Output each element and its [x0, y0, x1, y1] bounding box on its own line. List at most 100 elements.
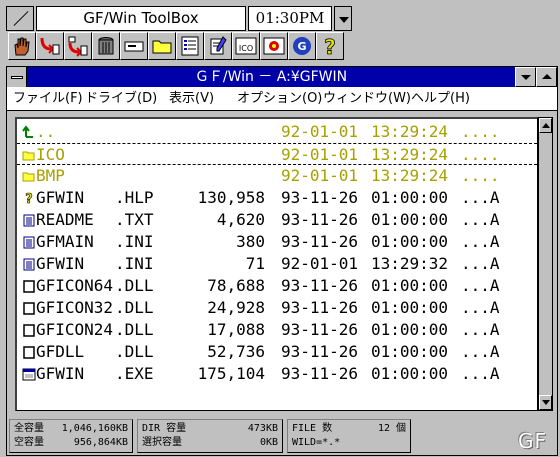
file-date: 92-01-01 — [281, 122, 359, 141]
move-file-icon — [68, 36, 88, 57]
hand-icon — [14, 37, 30, 56]
help-button[interactable]: ? — [316, 32, 344, 60]
editor-button[interactable] — [204, 32, 232, 60]
file-date: 93-11-26 — [281, 342, 359, 361]
ico-viewer-icon: ICO — [235, 37, 257, 55]
file-date: 93-11-26 — [281, 364, 359, 383]
folder-button[interactable] — [148, 32, 176, 60]
file-date: 93-11-26 — [281, 276, 359, 295]
file-icon — [22, 209, 36, 231]
menu-drive[interactable]: ドライブ(D) — [85, 87, 157, 111]
file-attributes: ...A — [461, 210, 500, 229]
ico-viewer-button[interactable]: ICO — [232, 32, 260, 60]
file-row[interactable]: GFICON32 .DLL 24,928 93-11-26 01:00:00 ...A — [17, 297, 537, 319]
gf-logo: GF — [517, 429, 547, 453]
file-name: GFWIN — [36, 364, 85, 383]
folder-icon — [22, 172, 35, 182]
move-file-button[interactable] — [64, 32, 92, 60]
status-file-count: FILE 数 12 個 WILD=*.* — [287, 419, 411, 453]
toolbox-icon-bar: ICO G ? — [8, 32, 344, 60]
maximize-button[interactable] — [536, 67, 557, 87]
file-time: 01:00:00 — [371, 276, 449, 295]
file-icon — [22, 144, 36, 166]
bmp-viewer-button[interactable] — [260, 32, 288, 60]
file-time: 01:00:00 — [371, 342, 449, 361]
hand-tool-button[interactable] — [8, 32, 36, 60]
status-bar: 全容量 1,046,160KB 空容量 956,864KB DIR 容量 473… — [9, 419, 557, 455]
toolbox-window: GF/Win ToolBox 01:30PM ICO G ? — [0, 0, 352, 62]
file-time: 01:00:00 — [371, 364, 449, 383]
selected-capacity-value: 0KB — [259, 437, 278, 448]
file-time: 13:29:24 — [371, 145, 449, 164]
menu-bar: ファイル(F) ドライブ(D) 表示(V) オプション(O) ウィンドウ(W) … — [7, 87, 557, 111]
file-icon — [22, 297, 36, 319]
dll-file-icon — [23, 346, 35, 359]
copy-file-button[interactable] — [36, 32, 64, 60]
file-row[interactable]: GFICON24 .DLL 17,088 93-11-26 01:00:00 ...A — [17, 319, 537, 341]
file-row[interactable]: GFMAIN .INI 380 93-11-26 01:00:00 ...A — [17, 231, 537, 253]
folder-icon — [22, 151, 35, 161]
vertical-scrollbar[interactable] — [538, 117, 553, 411]
file-row[interactable]: .. 92-01-01 13:29:24.... — [17, 121, 537, 143]
file-row[interactable]: BMP 92-01-01 13:29:24.... — [17, 165, 537, 187]
text-file-icon — [23, 214, 35, 227]
file-name: GFICON24 — [36, 320, 114, 339]
file-row[interactable]: README .TXT 4,620 93-11-26 01:00:00 ...A — [17, 209, 537, 231]
file-row[interactable]: ICO 92-01-01 13:29:24.... — [17, 143, 537, 165]
file-list[interactable]: .. 92-01-01 13:29:24.... ICO 92-01-01 13:29:2… — [15, 117, 538, 411]
window-system-menu-button[interactable] — [7, 67, 27, 87]
file-row[interactable]: GFICON64 .DLL 78,688 93-11-26 01:00:00 ...A — [17, 275, 537, 297]
file-time: 13:29:32 — [371, 254, 449, 273]
file-size: 52,736 — [207, 342, 265, 361]
total-capacity-value: 1,046,160KB — [61, 423, 128, 434]
scroll-up-icon — [542, 123, 550, 128]
dll-file-icon — [23, 280, 35, 293]
exe-file-icon — [22, 368, 36, 381]
file-icon — [22, 363, 36, 385]
selected-capacity-label: 選択容量 — [142, 437, 182, 448]
scroll-down-button[interactable] — [539, 395, 552, 410]
trash-can-icon — [98, 37, 114, 55]
menu-options[interactable]: オプション(O) — [237, 87, 322, 111]
file-size: 380 — [236, 232, 265, 251]
file-attributes: ...A — [461, 342, 500, 361]
dll-file-icon — [23, 324, 35, 337]
file-icon — [22, 341, 36, 363]
file-row[interactable]: ? GFWIN .HLP 130,958 93-11-26 01:00:00 ...A — [17, 187, 537, 209]
file-row[interactable]: GFDLL .DLL 52,736 93-11-26 01:00:00 ...A — [17, 341, 537, 363]
file-row[interactable]: GFWIN .INI 71 92-01-01 13:29:32 ...A — [17, 253, 537, 275]
menu-view[interactable]: 表示(V) — [169, 87, 214, 111]
copy-file-icon — [40, 37, 60, 55]
file-name: GFICON64 — [36, 276, 114, 295]
file-icon — [22, 121, 36, 143]
file-time: 13:29:24 — [371, 122, 449, 141]
file-name: GFWIN — [36, 188, 85, 207]
file-size: 4,620 — [216, 210, 265, 229]
toolbox-dropdown-button[interactable] — [334, 6, 352, 31]
file-size: 175,104 — [197, 364, 265, 383]
toolbox-clock: 01:30PM — [248, 6, 332, 31]
drive-button[interactable] — [120, 32, 148, 60]
minimize-button[interactable] — [515, 67, 536, 87]
scroll-up-button[interactable] — [539, 118, 552, 133]
file-icon: ? — [22, 187, 36, 209]
free-capacity-value: 956,864KB — [73, 437, 128, 448]
file-row[interactable]: GFWIN .EXE 175,104 93-11-26 01:00:00 ...A — [17, 363, 537, 385]
folder-icon — [152, 40, 172, 54]
menu-window[interactable]: ウィンドウ(W) — [323, 87, 411, 111]
maximize-icon — [542, 74, 552, 79]
menu-file[interactable]: ファイル(F) — [13, 87, 83, 111]
svg-text:?: ? — [324, 35, 336, 57]
trash-button[interactable] — [92, 32, 120, 60]
editor-icon — [210, 36, 227, 55]
file-list-icon — [181, 36, 199, 56]
file-attributes: .... — [461, 166, 500, 185]
window-title: ＧＦ/Win － A:¥GFWIN — [194, 69, 348, 85]
file-attributes: ...A — [461, 298, 500, 317]
window-titlebar: ＧＦ/Win － A:¥GFWIN — [7, 67, 557, 87]
gf-button[interactable]: G — [288, 32, 316, 60]
file-list-button[interactable] — [176, 32, 204, 60]
file-time: 01:00:00 — [371, 298, 449, 317]
toolbox-system-menu-button[interactable] — [6, 6, 34, 31]
menu-help[interactable]: ヘルプ(H) — [411, 87, 470, 111]
